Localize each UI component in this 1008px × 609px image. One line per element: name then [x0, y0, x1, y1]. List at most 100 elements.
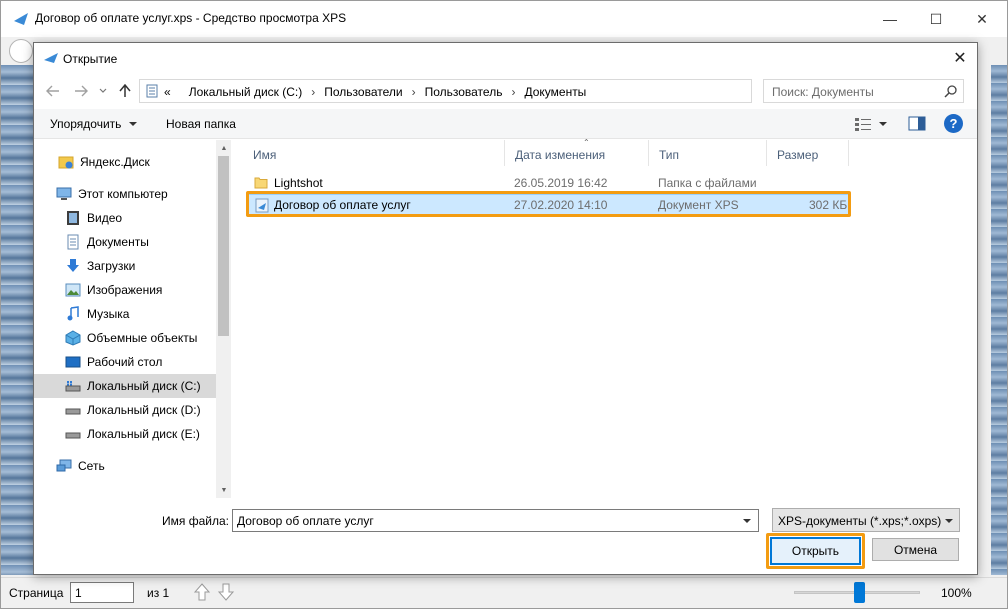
- 3d-objects-icon: [65, 330, 81, 346]
- view-options-icon[interactable]: [854, 117, 872, 131]
- preview-pane-icon[interactable]: [908, 116, 926, 131]
- column-header-type[interactable]: Тип: [649, 140, 767, 166]
- nav-item-music[interactable]: Музыка: [34, 302, 216, 326]
- folder-icon: [254, 177, 268, 189]
- new-folder-label: Новая папка: [166, 117, 236, 131]
- nav-item-drive-d[interactable]: Локальный диск (D:): [34, 398, 216, 422]
- column-header-name[interactable]: Имя: [243, 140, 505, 166]
- nav-item-desktop[interactable]: Рабочий стол: [34, 350, 216, 374]
- scrollbar-thumb[interactable]: [218, 156, 229, 336]
- next-page-button[interactable]: [218, 583, 234, 601]
- nav-item-downloads[interactable]: Загрузки: [34, 254, 216, 278]
- zoom-slider-thumb[interactable]: [854, 582, 865, 603]
- nav-item-label: Музыка: [87, 307, 130, 321]
- search-input[interactable]: Поиск: Документы: [763, 79, 964, 103]
- help-button[interactable]: ?: [944, 114, 963, 133]
- column-header-size[interactable]: Размер: [767, 140, 849, 166]
- file-date: 26.05.2019 16:42: [514, 176, 608, 190]
- nav-item-label: Локальный диск (D:): [87, 403, 201, 417]
- page-count: из 1: [147, 586, 170, 600]
- filename-value: Договор об оплате услуг: [237, 514, 374, 528]
- nav-item-video[interactable]: Видео: [34, 206, 216, 230]
- column-header-date[interactable]: Дата изменения: [505, 140, 649, 166]
- minimize-button[interactable]: —: [867, 1, 913, 37]
- dialog-app-icon: [44, 53, 58, 63]
- network-icon: [56, 458, 72, 474]
- filename-label: Имя файла:: [162, 514, 229, 528]
- document-background-left: [1, 65, 34, 575]
- zoom-level: 100%: [941, 586, 972, 600]
- file-type: Папка с файлами: [658, 176, 757, 190]
- recent-locations-button[interactable]: [94, 83, 112, 99]
- breadcrumb-separator[interactable]: ›: [311, 85, 315, 99]
- back-button[interactable]: [44, 83, 62, 99]
- command-bar: Упорядочить Новая папка ?: [34, 109, 977, 139]
- nav-item-label: Локальный диск (C:): [87, 379, 201, 393]
- nav-item-network[interactable]: Сеть: [34, 454, 216, 478]
- nav-item-label: Загрузки: [87, 259, 136, 273]
- document-location-icon: [146, 84, 158, 98]
- nav-item-documents[interactable]: Документы: [34, 230, 216, 254]
- nav-item-label: Видео: [87, 211, 123, 225]
- arrow-right-icon: [75, 85, 88, 97]
- file-highlight-annotation: [246, 191, 851, 217]
- forward-button[interactable]: [72, 83, 90, 99]
- breadcrumb-item[interactable]: Пользователи: [324, 85, 402, 99]
- pictures-icon: [65, 282, 81, 298]
- organize-button[interactable]: Упорядочить: [50, 117, 138, 131]
- documents-icon: [65, 234, 81, 250]
- breadcrumb-item[interactable]: Пользователь: [425, 85, 503, 99]
- navigation-pane: Яндекс.Диск Этот компьютер Видео Докумен…: [34, 140, 232, 500]
- nav-item-3d-objects[interactable]: Объемные объекты: [34, 326, 216, 350]
- downloads-icon: [65, 258, 81, 274]
- help-icon: ?: [949, 116, 958, 131]
- nav-item-drive-e[interactable]: Локальный диск (E:): [34, 422, 216, 446]
- nav-item-yandex-disk[interactable]: Яндекс.Диск: [34, 150, 216, 174]
- nav-item-drive-c[interactable]: Локальный диск (C:): [34, 374, 216, 398]
- maximize-icon: ☐: [929, 10, 943, 27]
- back-circle-button[interactable]: [9, 39, 33, 63]
- file-name: Lightshot: [274, 176, 323, 190]
- new-folder-button[interactable]: Новая папка: [166, 117, 236, 131]
- chevron-down-icon[interactable]: [743, 519, 751, 523]
- breadcrumb-separator[interactable]: ›: [412, 85, 416, 99]
- organize-label: Упорядочить: [50, 117, 122, 131]
- address-bar[interactable]: « Локальный диск (C:) › Пользователи › П…: [139, 79, 854, 103]
- cancel-button[interactable]: Отмена: [872, 538, 959, 561]
- main-titlebar: Договор об оплате услуг.xps - Средство п…: [1, 1, 1007, 37]
- navigation-scrollbar[interactable]: ▲ ▼: [216, 140, 231, 498]
- view-dropdown-button[interactable]: [879, 122, 887, 126]
- breadcrumb-separator[interactable]: ›: [511, 85, 515, 99]
- breadcrumb-item[interactable]: Документы: [524, 85, 586, 99]
- close-button[interactable]: ✕: [959, 1, 1005, 37]
- video-icon: [65, 210, 81, 226]
- page-label: Страница: [9, 586, 64, 600]
- dialog-close-button[interactable]: ✕: [944, 45, 976, 71]
- nav-item-label: Объемные объекты: [87, 331, 198, 345]
- file-type-filter[interactable]: XPS-документы (*.xps;*.oxps): [772, 508, 960, 532]
- nav-item-label: Изображения: [87, 283, 163, 297]
- open-button[interactable]: Открыть: [770, 537, 861, 565]
- breadcrumb-item[interactable]: Локальный диск (C:): [189, 85, 303, 99]
- nav-item-this-pc[interactable]: Этот компьютер: [34, 182, 216, 206]
- nav-item-label: Документы: [87, 235, 149, 249]
- filename-input[interactable]: Договор об оплате услуг: [232, 509, 759, 532]
- scroll-up-icon[interactable]: ▲: [220, 144, 228, 152]
- breadcrumb: « Локальный диск (C:) › Пользователи › П…: [164, 85, 586, 99]
- nav-item-pictures[interactable]: Изображения: [34, 278, 216, 302]
- arrow-up-icon: [194, 583, 210, 601]
- breadcrumb-overflow[interactable]: «: [164, 85, 171, 99]
- previous-page-button[interactable]: [194, 583, 210, 601]
- arrow-up-icon: [119, 84, 131, 97]
- minimize-icon: —: [883, 11, 897, 27]
- computer-icon: [56, 186, 72, 202]
- up-button[interactable]: [116, 83, 134, 99]
- page-number-input[interactable]: [70, 582, 134, 603]
- arrow-left-icon: [46, 85, 59, 97]
- maximize-button[interactable]: ☐: [913, 1, 959, 37]
- chevron-down-icon: [99, 88, 107, 93]
- yandex-disk-icon: [58, 154, 74, 170]
- navigation-row: « Локальный диск (C:) › Пользователи › П…: [34, 73, 977, 109]
- search-icon: [944, 85, 957, 98]
- scroll-down-icon[interactable]: ▼: [220, 486, 228, 494]
